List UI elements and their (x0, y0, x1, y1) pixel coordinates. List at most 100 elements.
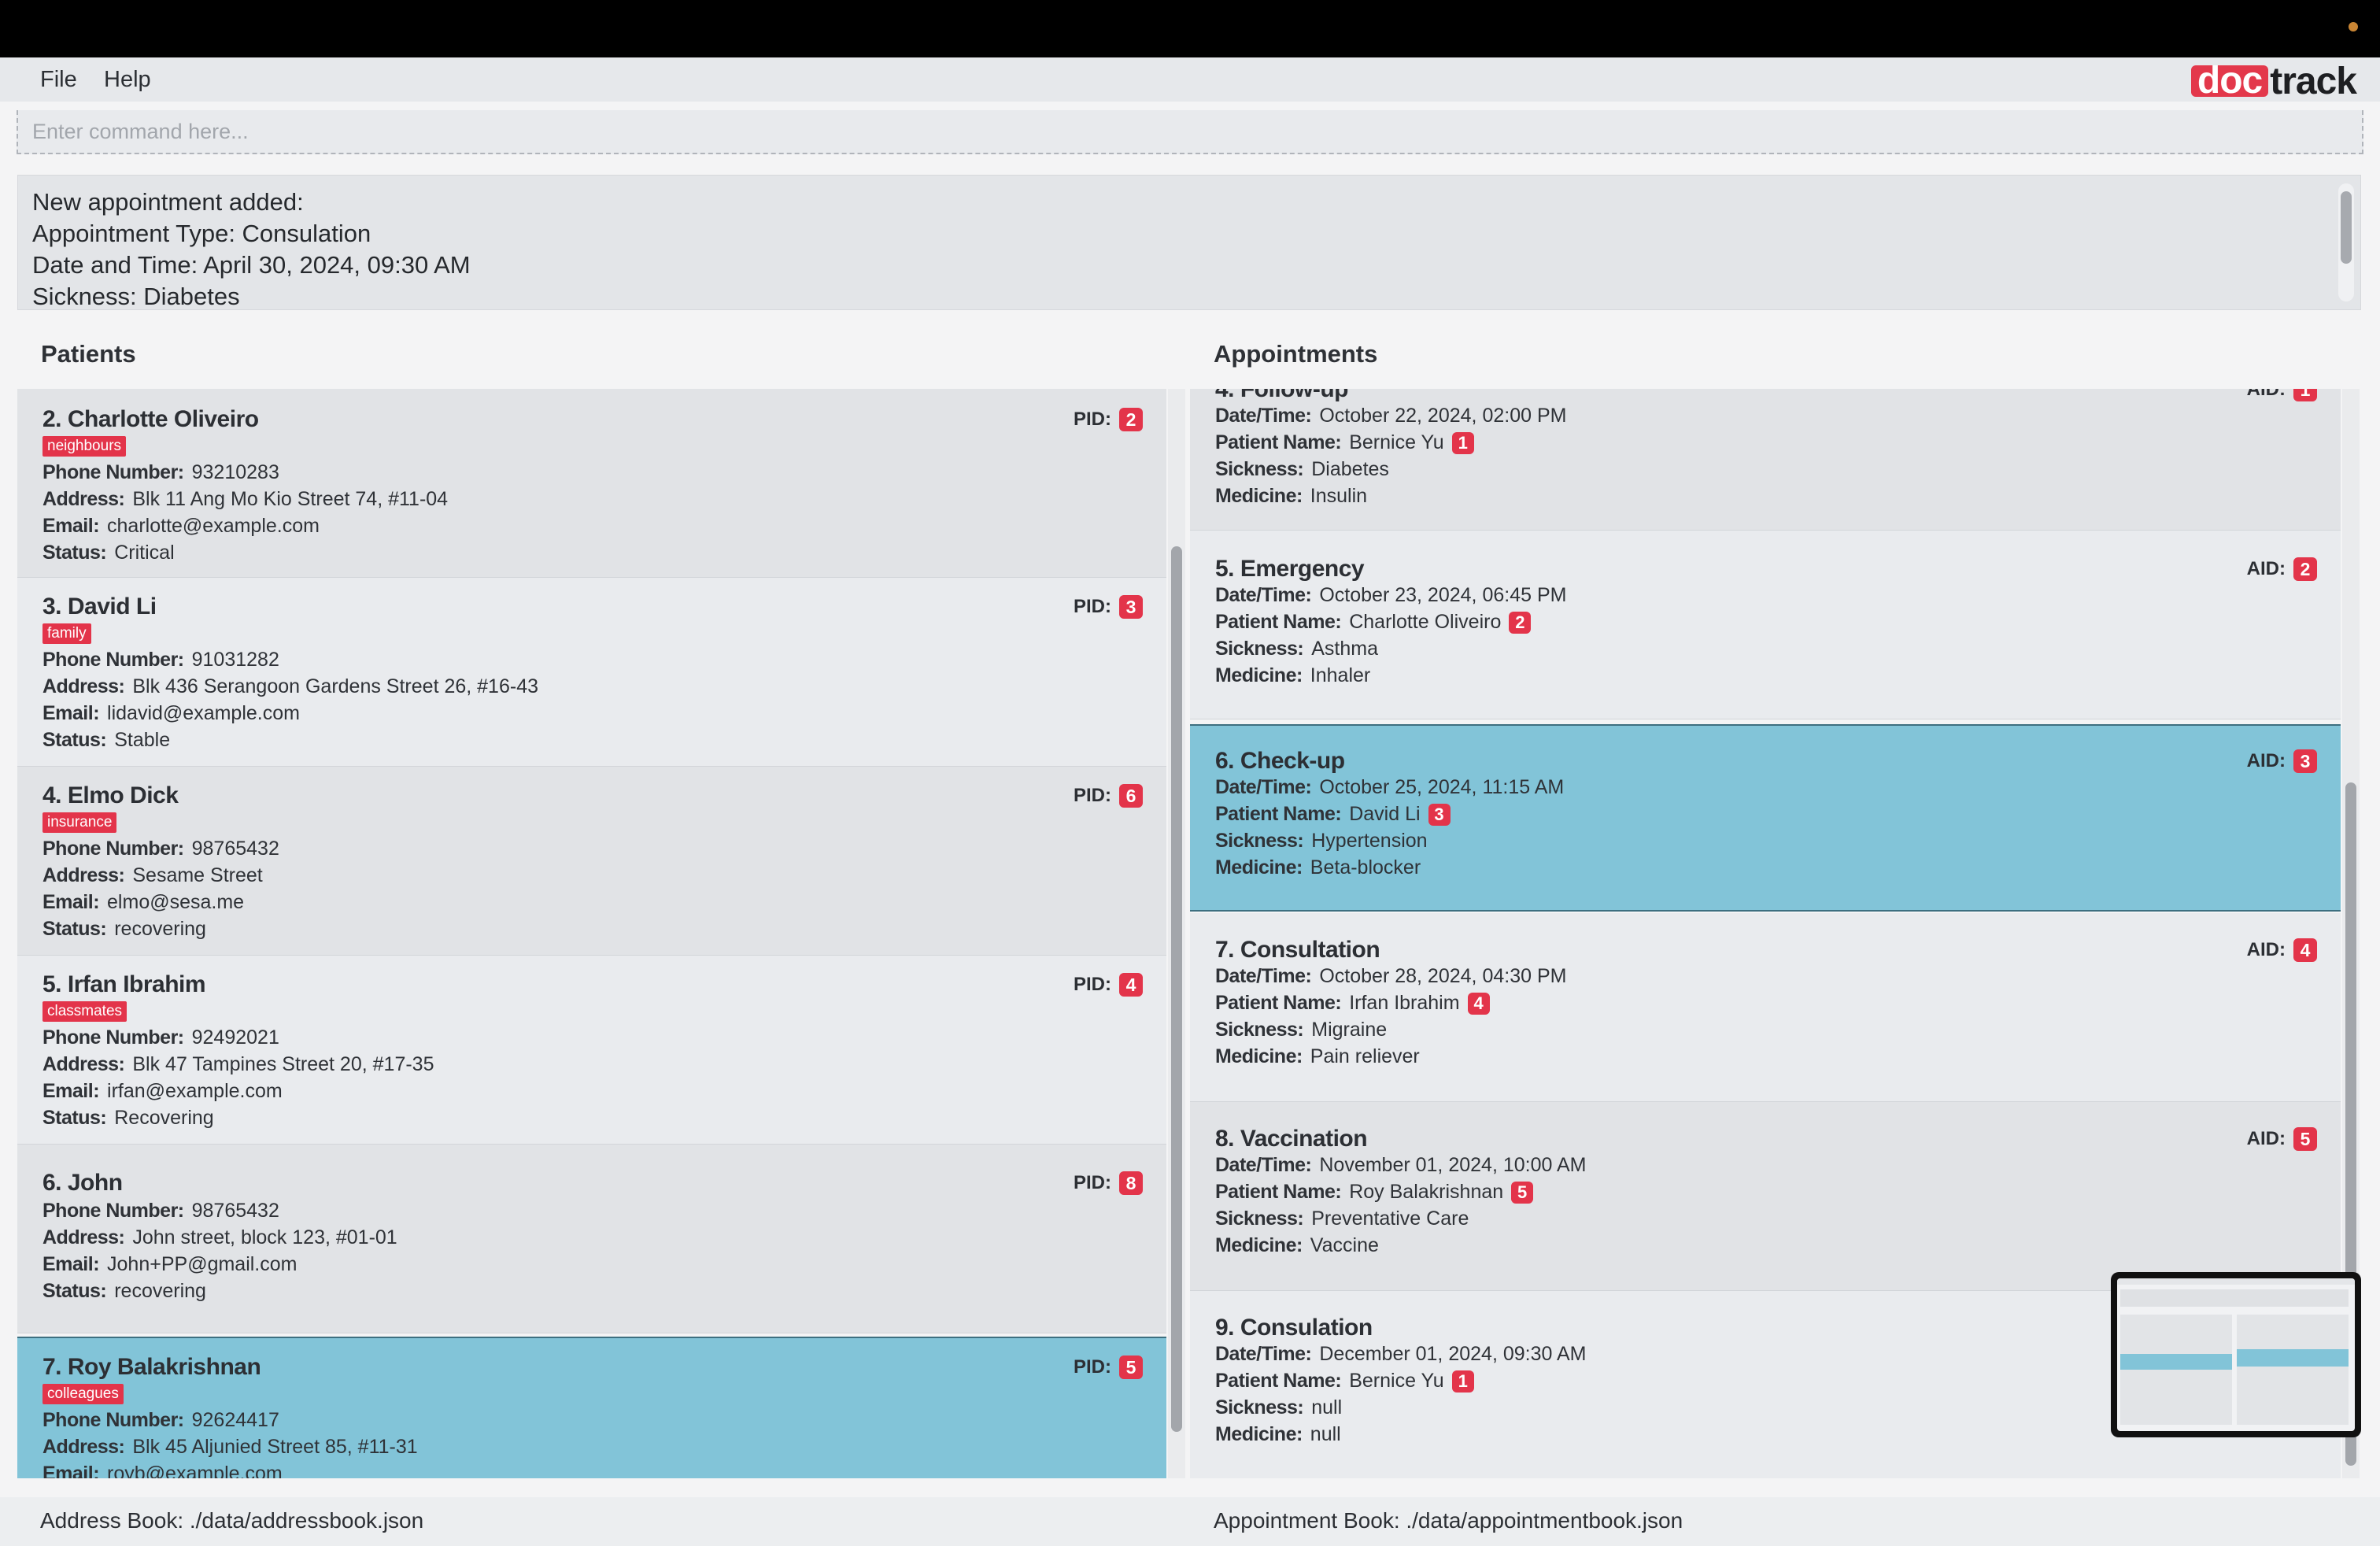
sickness-value: Preventative Care (1311, 1208, 1469, 1230)
aid-badge: 5 (2293, 1127, 2317, 1151)
email-value: irfan@example.com (107, 1080, 283, 1102)
pid-badge: 1 (1451, 432, 1474, 454)
result-line: Appointment Type: Consulation (32, 220, 371, 247)
sickness-label: Sickness: (1215, 638, 1304, 660)
screenshot-thumbnail[interactable] (2111, 1272, 2361, 1437)
result-scrollbar-thumb[interactable] (2341, 191, 2352, 264)
aid-badge: 3 (2293, 749, 2317, 773)
pid-badge: 4 (1119, 973, 1143, 997)
phone-value: 98765432 (191, 838, 279, 860)
menu-help[interactable]: Help (104, 67, 151, 93)
medicine-label: Medicine: (1215, 1045, 1303, 1067)
patient-card[interactable]: 3. David Li PID: 3 family Phone Number: 91… (17, 578, 1166, 767)
medicine-label: Medicine: (1215, 1234, 1303, 1256)
phone-label: Phone Number: (42, 649, 184, 671)
logo-track-text: track (2270, 60, 2357, 102)
patient-card[interactable]: 4. Elmo Dick PID: 6 insurance Phone Numbe… (17, 767, 1166, 956)
email-label: Email: (42, 1463, 100, 1478)
patient-card[interactable]: 2. Charlotte Oliveiro PID: 2 neighbours P… (17, 389, 1166, 578)
medicine-value: Beta-blocker (1310, 856, 1421, 878)
sickness-label: Sickness: (1215, 830, 1304, 852)
thumbnail-appointments (2237, 1315, 2349, 1425)
address-value: Sesame Street (132, 864, 263, 886)
aid-badge: 2 (2293, 557, 2317, 581)
menu-file[interactable]: File (40, 67, 77, 93)
phone-label: Phone Number: (42, 1200, 184, 1222)
status-label: Status: (42, 729, 107, 751)
email-label: Email: (42, 702, 100, 724)
patient-card-selected[interactable]: 7. Roy Balakrishnan PID: 5 colleagues Pho… (17, 1337, 1166, 1478)
email-label: Email: (42, 1253, 100, 1275)
appointment-card[interactable]: 5. Emergency AID: 2 Date/Time: October 23,… (1190, 531, 2341, 719)
datetime-value: October 23, 2024, 06:45 PM (1319, 584, 1567, 606)
patient-name-label: Patient Name: (1215, 803, 1342, 825)
appointment-title: 7. Consultation (1215, 937, 1380, 963)
phone-value: 91031282 (191, 649, 279, 671)
status-label: Status: (42, 918, 107, 940)
phone-value: 92624417 (191, 1409, 279, 1431)
patient-name-value: Bernice Yu (1349, 1370, 1444, 1392)
menu-bar: File Help doc track (0, 57, 2380, 102)
appointment-card[interactable]: 7. Consultation AID: 4 Date/Time: October … (1190, 913, 2341, 1102)
appointment-title: 6. Check-up (1215, 748, 1345, 774)
sickness-label: Sickness: (1215, 1208, 1304, 1230)
datetime-value: October 28, 2024, 04:30 PM (1319, 965, 1567, 987)
address-label: Address: (42, 675, 125, 697)
address-label: Address: (42, 1053, 125, 1075)
medicine-label: Medicine: (1215, 856, 1303, 878)
patient-name-label: Patient Name: (1215, 1181, 1342, 1203)
appointments-title: Appointments (1214, 340, 1378, 368)
address-value: Blk 436 Serangoon Gardens Street 26, #16… (132, 675, 538, 697)
appointment-card-selected[interactable]: 6. Check-up AID: 3 Date/Time: October 25, … (1190, 724, 2341, 912)
thumbnail-screen (2117, 1278, 2355, 1431)
phone-label: Phone Number: (42, 1026, 184, 1049)
patient-name: 2. Charlotte Oliveiro (42, 406, 259, 432)
patient-card[interactable]: 5. Irfan Ibrahim PID: 4 classmates Phone … (17, 956, 1166, 1145)
result-scrollbar[interactable] (2338, 183, 2354, 301)
patient-tag: neighbours (42, 436, 127, 457)
phone-label: Phone Number: (42, 838, 184, 860)
medicine-value: Vaccine (1310, 1234, 1379, 1256)
appointment-title: 9. Consulation (1215, 1315, 1373, 1341)
pid-badge: 8 (1119, 1171, 1143, 1195)
patient-name-value: Bernice Yu (1349, 431, 1444, 453)
command-input[interactable]: Enter command here... (17, 110, 2363, 154)
datetime-value: October 25, 2024, 11:15 AM (1319, 776, 1565, 798)
patient-list-scrollbar[interactable] (1168, 389, 1185, 1478)
address-label: Address: (42, 488, 125, 510)
appointment-card[interactable]: 8. Vaccination AID: 5 Date/Time: November … (1190, 1102, 2341, 1291)
address-label: Address: (42, 864, 125, 886)
app-logo: doc track (2190, 60, 2357, 102)
aid-label: AID: (2246, 939, 2286, 960)
aid-badge: 1 (2293, 389, 2317, 401)
address-label: Address: (42, 1226, 125, 1248)
patient-scrollbar-thumb[interactable] (1171, 546, 1182, 1432)
patients-title: Patients (41, 340, 136, 368)
patient-name: 5. Irfan Ibrahim (42, 971, 206, 997)
thumbnail-appointment-selected (2237, 1349, 2349, 1367)
patient-card[interactable]: 6. John PID: 8 Phone Number: 98765432 Addr… (17, 1145, 1166, 1333)
status-value: Recovering (114, 1107, 214, 1129)
appointment-title: 5. Emergency (1215, 556, 1365, 582)
appointment-book-path: Appointment Book: ./data/appointmentbook… (1214, 1508, 1683, 1533)
status-label: Status: (42, 542, 107, 564)
appointment-card[interactable]: 4. Follow-up AID: 1 Date/Time: October 22,… (1190, 389, 2341, 531)
pid-badge: 5 (1119, 1356, 1143, 1379)
pid-label: PID: (1074, 1356, 1111, 1378)
pid-badge: 5 (1511, 1182, 1534, 1204)
sickness-value: Asthma (1311, 638, 1379, 660)
phone-value: 92492021 (191, 1026, 279, 1049)
sickness-label: Sickness: (1215, 458, 1304, 480)
datetime-value: December 01, 2024, 09:30 AM (1319, 1343, 1587, 1365)
system-top-bar (0, 0, 2380, 57)
datetime-label: Date/Time: (1215, 965, 1312, 987)
datetime-label: Date/Time: (1215, 405, 1312, 427)
status-bar: Address Book: ./data/addressbook.json Ap… (0, 1497, 2380, 1546)
email-value: charlotte@example.com (107, 515, 320, 537)
patient-name-value: Charlotte Oliveiro (1349, 611, 1502, 633)
patient-name-label: Patient Name: (1215, 1370, 1342, 1392)
email-value: elmo@sesa.me (107, 891, 245, 913)
medicine-value: Pain reliever (1310, 1045, 1420, 1067)
pid-badge: 6 (1119, 784, 1143, 808)
pid-badge: 4 (1467, 993, 1490, 1015)
